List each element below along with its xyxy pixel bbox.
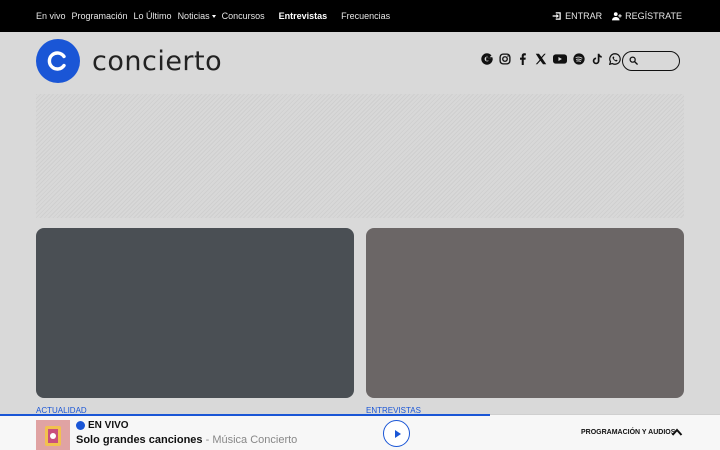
top-navbar: En vivo Programación Lo Último Noticias …	[0, 0, 720, 32]
site-logo[interactable]: concierto	[36, 39, 222, 83]
login-label: ENTRAR	[565, 11, 603, 21]
sign-in-icon	[552, 12, 561, 20]
now-playing-title: Solo grandes canciones	[76, 434, 203, 446]
article-card-image-entrevistas[interactable]	[366, 228, 684, 398]
register-label: REGÍSTRATE	[625, 11, 682, 21]
spotify-icon[interactable]	[572, 52, 585, 65]
x-icon[interactable]	[534, 52, 547, 65]
user-plus-icon	[612, 12, 622, 21]
ad-banner[interactable]	[36, 94, 684, 218]
now-playing-separator: -	[202, 434, 213, 446]
article-card-image-actualidad[interactable]	[36, 228, 354, 398]
chevron-up-icon[interactable]	[671, 427, 683, 437]
facebook-icon[interactable]	[516, 52, 529, 65]
album-art-image	[36, 420, 70, 450]
now-playing-thumbnail	[36, 420, 70, 450]
live-label: EN VIVO	[88, 420, 129, 431]
search-icon	[629, 56, 638, 65]
now-playing-station: Música Concierto	[212, 434, 298, 446]
chevron-down-icon	[211, 15, 216, 19]
auth-links: ENTRAR REGÍSTRATE	[552, 0, 682, 32]
play-button[interactable]	[383, 420, 410, 447]
social-links	[480, 52, 621, 65]
nav-link-programacion[interactable]: Programación	[72, 11, 128, 21]
nav-link-frecuencias[interactable]: Frecuencias	[341, 11, 390, 21]
nav-link-concursos[interactable]: Concursos	[222, 11, 265, 21]
nav-link-lo-ultimo[interactable]: Lo Último	[134, 11, 172, 21]
login-button[interactable]: ENTRAR	[552, 11, 602, 21]
whatsapp-icon[interactable]	[608, 52, 621, 65]
nav-links: En vivo Programación Lo Último Noticias …	[36, 0, 396, 32]
live-dot-icon	[76, 421, 85, 430]
nav-link-entrevistas[interactable]: Entrevistas	[279, 11, 328, 21]
logo-text: concierto	[92, 45, 223, 77]
youtube-icon[interactable]	[552, 52, 567, 65]
programming-audios-link[interactable]: PROGRAMACIÓN Y AUDIOS	[581, 429, 675, 436]
nav-link-en-vivo[interactable]: En vivo	[36, 11, 66, 21]
site-header: concierto	[0, 32, 720, 92]
instagram-icon[interactable]	[498, 52, 511, 65]
search-input[interactable]	[622, 51, 680, 71]
live-indicator: EN VIVO	[76, 420, 129, 431]
now-playing-text: Solo grandes canciones - Música Conciert…	[76, 434, 297, 446]
audio-player-bar: EN VIVO Solo grandes canciones - Música …	[0, 414, 720, 450]
logo-mark	[36, 39, 80, 83]
player-progress-bar[interactable]	[0, 414, 490, 416]
logo-c-icon	[47, 51, 66, 71]
register-button[interactable]: REGÍSTRATE	[612, 11, 682, 21]
play-icon	[394, 429, 401, 438]
nav-link-noticias-label: Noticias	[177, 11, 210, 21]
google-icon[interactable]	[480, 52, 493, 65]
tiktok-icon[interactable]	[590, 52, 603, 65]
nav-link-noticias[interactable]: Noticias	[178, 11, 216, 21]
